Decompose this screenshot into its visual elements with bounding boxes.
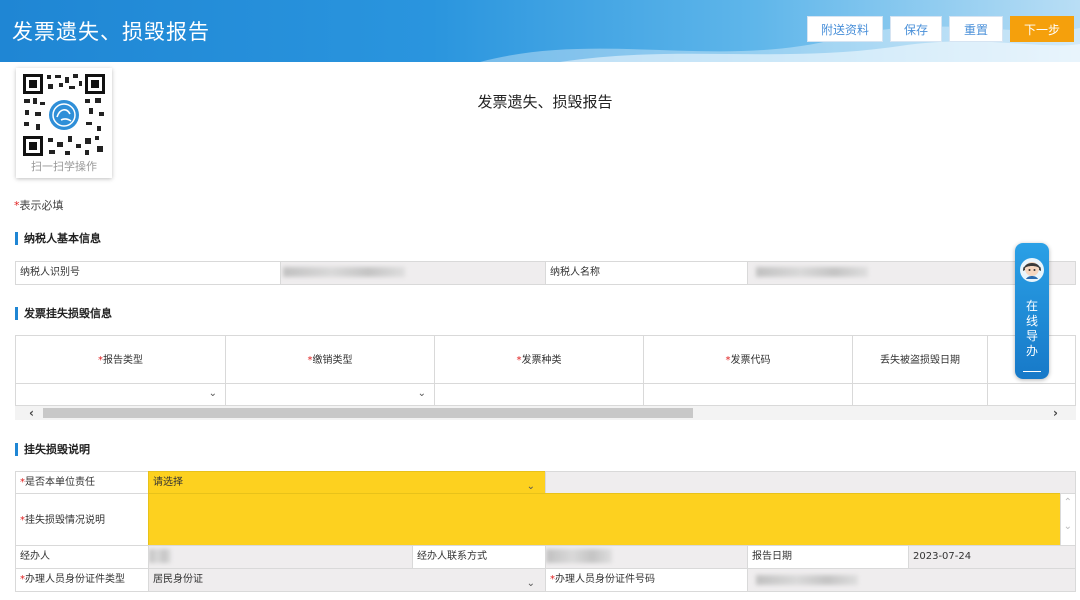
guide-char: 在 [1025, 299, 1038, 313]
scrollbar-thumb[interactable] [43, 408, 693, 418]
required-note-text: 表示必填 [19, 199, 64, 212]
qr-code-icon [21, 72, 107, 158]
customer-service-avatar-icon [1020, 258, 1044, 282]
taxpayer-id-field [280, 261, 546, 285]
id-type-label: *办理人员身份证件类型 [15, 568, 149, 592]
guide-char: 导 [1025, 329, 1038, 343]
id-number-label-text: 办理人员身份证件号码 [555, 574, 655, 585]
handler-label: 经办人 [15, 545, 149, 569]
section-title-taxpayer: 纳税人基本信息 [15, 232, 101, 245]
redacted-handler-name [149, 549, 171, 563]
id-type-select[interactable]: 居民身份证 ⌄ [148, 568, 546, 592]
chevron-down-icon[interactable]: ⌄ [1064, 516, 1072, 538]
redacted-contact [546, 549, 612, 563]
qr-code-card[interactable]: 扫一扫学操作 [16, 68, 112, 178]
contact-field [545, 545, 748, 569]
situation-label: *挂失损毁情况说明 [15, 493, 149, 546]
column-header-label: 缴销类型 [312, 355, 353, 366]
report-date-label: 报告日期 [747, 545, 909, 569]
column-header-cancel-type: *缴销类型 [225, 335, 435, 384]
responsibility-label: *是否本单位责任 [15, 471, 149, 494]
column-header-invoice-code: *发票代码 [643, 335, 853, 384]
responsibility-label-text: 是否本单位责任 [25, 477, 95, 488]
section-title-invoice: 发票挂失损毁信息 [15, 307, 112, 320]
column-header-label: 发票种类 [521, 355, 562, 366]
invoice-code-input[interactable] [643, 383, 853, 406]
id-type-label-text: 办理人员身份证件类型 [25, 574, 125, 585]
loss-date-input[interactable] [852, 383, 988, 406]
save-button[interactable]: 保存 [890, 16, 942, 42]
page-title: 发票遗失、损毁报告 [12, 20, 210, 44]
document-title: 发票遗失、损毁报告 [477, 93, 613, 111]
column-header-invoice-kind: *发票种类 [434, 335, 644, 384]
contact-label: 经办人联系方式 [412, 545, 546, 569]
column-header-label: 丢失被盗损毁日期 [880, 355, 960, 366]
redacted-taxpayer-name [756, 267, 868, 277]
guide-divider [1023, 371, 1041, 372]
invoice-kind-input[interactable] [434, 383, 644, 406]
column-header-label: 发票代码 [730, 355, 771, 366]
required-note: *表示必填 [14, 197, 64, 213]
handler-field [148, 545, 413, 569]
situation-label-text: 挂失损毁情况说明 [25, 515, 105, 526]
online-guide-widget[interactable]: 在 线 导 办 [1015, 243, 1049, 379]
attach-materials-button[interactable]: 附送资料 [807, 16, 883, 42]
situation-textarea[interactable] [148, 493, 1061, 546]
chevron-down-icon: ⌄ [526, 578, 535, 589]
responsibility-select[interactable]: 请选择 ⌄ [148, 471, 546, 494]
horizontal-scrollbar[interactable]: ‹ › [15, 406, 1076, 420]
guide-char: 办 [1025, 344, 1038, 358]
column-header-loss-date: 丢失被盗损毁日期 [852, 335, 988, 384]
responsibility-select-value: 请选择 [153, 477, 183, 488]
id-type-select-value: 居民身份证 [153, 574, 203, 585]
responsibility-blank-cell [545, 471, 1076, 494]
redacted-id-number [756, 575, 858, 585]
guide-char: 线 [1025, 314, 1038, 328]
column-header-report-type: *报告类型 [15, 335, 226, 384]
id-number-field [747, 568, 1076, 592]
id-number-label: *办理人员身份证件号码 [545, 568, 748, 592]
column-header-label: 报告类型 [103, 355, 143, 366]
report-type-select[interactable]: ⌄ [15, 383, 226, 406]
chevron-down-icon: ⌄ [526, 481, 535, 492]
section-title-description: 挂失损毁说明 [15, 443, 90, 456]
scroll-right-arrow-icon[interactable]: › [1053, 406, 1058, 420]
cancel-type-select[interactable]: ⌄ [225, 383, 435, 406]
chevron-down-icon: ⌄ [417, 388, 426, 399]
taxpayer-id-label: 纳税人识别号 [15, 261, 281, 285]
report-date-field: 2023-07-24 [908, 545, 1076, 569]
overflow-cell [987, 383, 1076, 406]
textarea-scrollbar[interactable]: ⌃ ⌄ [1060, 493, 1076, 546]
page-header: 发票遗失、损毁报告 附送资料 保存 重置 下一步 [0, 0, 1080, 62]
chevron-down-icon: ⌄ [208, 388, 217, 399]
online-guide-label: 在 线 导 办 [1015, 299, 1049, 359]
taxpayer-name-label: 纳税人名称 [545, 261, 748, 285]
reset-button[interactable]: 重置 [949, 16, 1003, 42]
next-step-button[interactable]: 下一步 [1010, 16, 1074, 42]
qr-caption: 扫一扫学操作 [31, 160, 97, 173]
redacted-taxpayer-id [283, 267, 405, 277]
scroll-left-arrow-icon[interactable]: ‹ [29, 406, 34, 420]
chevron-up-icon[interactable]: ⌃ [1064, 494, 1072, 514]
